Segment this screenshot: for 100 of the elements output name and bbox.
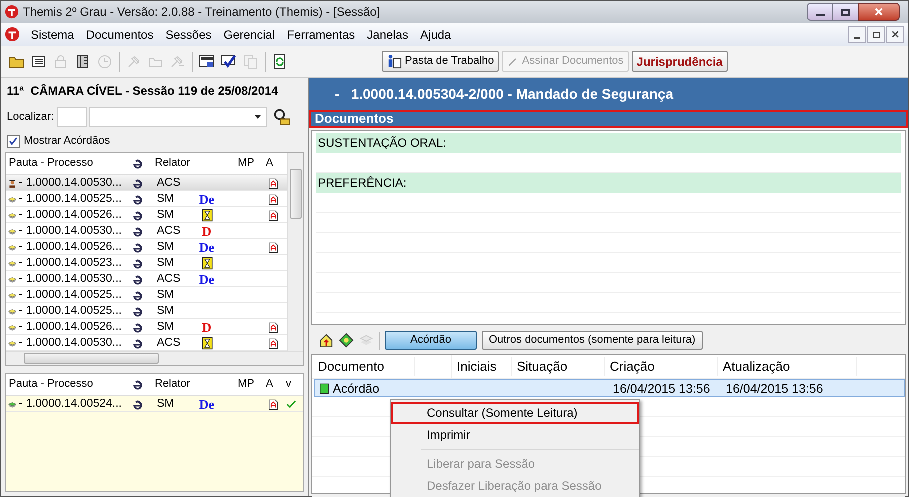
column-header[interactable]: Atualização [718,356,857,376]
table-row[interactable]: - 1.0000.14.00526... SM [6,207,287,223]
diamond-icon[interactable] [339,333,354,348]
maximize-button[interactable] [833,3,858,21]
table-row[interactable]: - 1.0000.14.00530... ACS [6,335,287,351]
table-cell-text: - 1.0000.14.00523... [19,256,122,271]
toolbar-button[interactable]: Jurisprudência [632,51,728,72]
table-cell-text: SM [156,192,176,207]
table-row[interactable]: - 1.0000.14.00525... SM [6,303,287,319]
vertical-scrollbar[interactable] [287,153,303,351]
table-cell-text: - 1.0000.14.00530... [19,272,122,287]
note-heading: SUSTENTAÇÃO ORAL: [316,133,901,153]
column-header[interactable]: Situação [512,356,605,376]
column-header[interactable]: v [283,376,300,393]
table-cell-text: ACS [156,272,182,287]
search-field[interactable] [57,107,88,127]
mdi-minimize-button[interactable] [848,26,866,43]
menu-item[interactable]: Janelas [362,26,414,44]
house-upload-icon[interactable] [319,333,334,348]
column-header[interactable]: Relator [151,376,197,393]
table-cell-text: ACS [156,224,182,239]
refresh-icon[interactable] [272,54,288,70]
status-letters: De [199,193,215,206]
column-header[interactable]: Pauta - Processo [6,155,124,172]
pen-icon [507,56,520,68]
minimize-button[interactable] [807,3,833,21]
toolbar-button[interactable]: Pasta de Trabalho [382,51,500,72]
calculator-icon[interactable] [199,54,215,70]
table-cell-text: - 1.0000.14.00530... [19,336,122,351]
book-icon[interactable] [75,54,91,70]
table-cell-text: 16/04/2015 13:56 [725,381,824,398]
table-cell-text: - 1.0000.14.00525... [19,192,122,207]
mdi-close-button[interactable] [886,26,904,43]
table-row[interactable]: - 1.0000.14.00524... SM De [6,396,303,412]
table-cell-text: - 1.0000.14.00525... [19,288,122,303]
menu-item[interactable]: Gerencial [218,26,280,44]
table-cell-text: SM [156,208,176,223]
document-icon [319,382,330,396]
menu-item[interactable]: Documentos [81,26,159,44]
dropdown-caret-icon [254,113,262,121]
column-header[interactable]: Relator [151,155,197,172]
checkmark-icon [8,136,19,146]
show-acordaos-checkbox[interactable] [7,134,20,148]
session-title: 11ª CÂMARA CÍVEL - Sessão 119 de 25/08/2014 [6,83,280,100]
horizontal-scrollbar[interactable] [6,351,303,365]
hourglass-icon [200,208,214,224]
document-tab[interactable]: Acórdão [385,331,477,350]
menu-item[interactable]: Sessões [160,26,217,44]
table-cell-text: - 1.0000.14.00525... [19,304,122,319]
app-logo-icon[interactable] [5,27,20,42]
table-row[interactable]: - 1.0000.14.00530... ACS D [6,223,287,239]
table-cell-text: SM [156,304,176,319]
table-cell-text: - 1.0000.14.00530... [19,176,122,191]
document-tab[interactable]: Outros documentos (somente para leitura) [482,331,703,350]
column-header[interactable]: MP [235,155,263,172]
menu-item[interactable]: Consultar (Somente Leitura) [391,402,639,424]
column-header[interactable]: Pauta - Processo [6,376,124,393]
column-header[interactable]: MP [235,376,263,393]
column-header[interactable]: A [263,376,283,393]
table-row[interactable]: Acórdão 16/04/2015 13:56 16/04/2015 13:56 [314,379,905,397]
close-button[interactable] [858,3,900,21]
document-list-icon[interactable] [31,54,47,70]
table-cell-text: SM [156,240,176,255]
window-title: Themis 2º Grau - Versão: 2.0.88 - Treinamento (Themis) - [Sessão] [23,4,380,21]
table-row[interactable]: - 1.0000.14.00526... SM De [6,239,287,255]
table-row[interactable]: - 1.0000.14.00526... SM D [6,319,287,335]
status-letters: De [199,398,215,412]
table-row[interactable]: - 1.0000.14.00525... SM [6,287,287,303]
status-letters: D [202,225,212,238]
table-row[interactable]: - 1.0000.14.00523... SM [6,255,287,271]
app-logo-icon [5,5,19,19]
close-icon [890,30,900,39]
table-cell-text: SM [156,288,176,303]
menu-item[interactable]: Imprimir [391,424,639,446]
checked-document-icon[interactable] [221,54,237,70]
hourglass-icon [200,336,214,352]
status-letters: De [199,273,215,286]
column-header[interactable]: Documento [312,356,415,376]
table-row[interactable]: - 1.0000.14.00530... ACS [6,175,287,191]
table-row[interactable]: - 1.0000.14.00525... SM De [6,191,287,207]
column-header[interactable]: Iniciais [452,356,512,376]
table-cell-text: SM [156,256,176,271]
table-cell-text: - 1.0000.14.00526... [19,320,122,335]
table-cell-text: 16/04/2015 13:56 [612,381,712,398]
table-cell-text: - 1.0000.14.00526... [19,240,122,255]
column-header[interactable]: Criação [605,356,718,376]
person-document-icon [387,54,402,69]
checkbox-label: Mostrar Acórdãos [24,134,110,149]
search-person-icon[interactable] [273,108,292,126]
process-title-bar: - 1.0000.14.005304-2/000 - Mandado de Segurança [309,78,908,110]
menu-item[interactable]: Sistema [26,26,80,44]
column-header[interactable]: A [263,155,283,172]
mdi-restore-button[interactable] [867,26,885,43]
status-letters: D [202,321,212,334]
note-heading: PREFERÊNCIA: [316,173,901,193]
table-cell-text: ACS [156,336,182,351]
menu-item[interactable]: Ajuda [416,26,456,44]
close-icon [874,7,884,17]
menu-item[interactable]: Ferramentas [282,26,360,44]
table-row[interactable]: - 1.0000.14.00530... ACS De [6,271,287,287]
